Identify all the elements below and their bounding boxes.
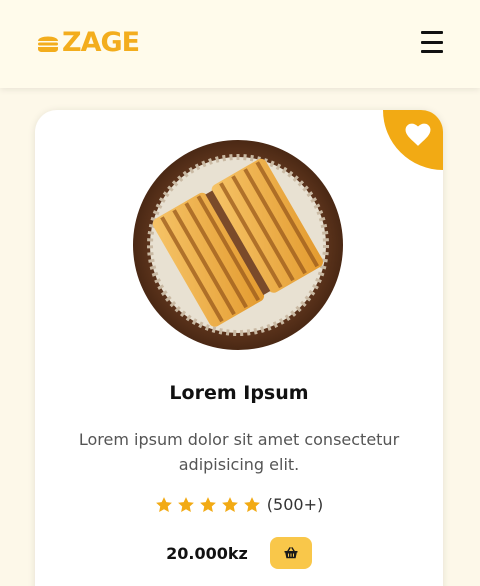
- menu-line: [421, 50, 443, 53]
- product-rating: (500+): [35, 495, 443, 514]
- favorite-button[interactable]: [383, 110, 443, 170]
- star-icon: [199, 496, 216, 512]
- hamburger-menu-icon[interactable]: [421, 31, 445, 53]
- basket-icon: [284, 547, 298, 559]
- logo-text: ZAGE: [62, 27, 140, 58]
- product-description: Lorem ipsum dolor sit amet consectetur a…: [78, 430, 400, 474]
- product-price: 20.000kz: [166, 543, 248, 563]
- top-navbar: ZAGE: [0, 0, 480, 88]
- star-icon: [155, 496, 172, 512]
- menu-line: [421, 40, 443, 44]
- price-row: 20.000kz: [35, 537, 443, 569]
- star-icon: [221, 496, 238, 512]
- product-image: [133, 140, 343, 350]
- heart-icon: [405, 123, 431, 146]
- brand-logo[interactable]: ZAGE: [36, 27, 140, 58]
- star-icon: [177, 496, 194, 512]
- add-to-cart-button[interactable]: [269, 537, 312, 569]
- menu-line: [421, 31, 443, 34]
- burger-icon: [38, 36, 58, 52]
- star-icon: [243, 496, 260, 512]
- rating-count: (500+): [266, 495, 324, 514]
- product-title: Lorem Ipsum: [169, 382, 309, 404]
- product-card: Lorem Ipsum Lorem ipsum dolor sit amet c…: [35, 110, 443, 586]
- rating-stars: [155, 496, 261, 514]
